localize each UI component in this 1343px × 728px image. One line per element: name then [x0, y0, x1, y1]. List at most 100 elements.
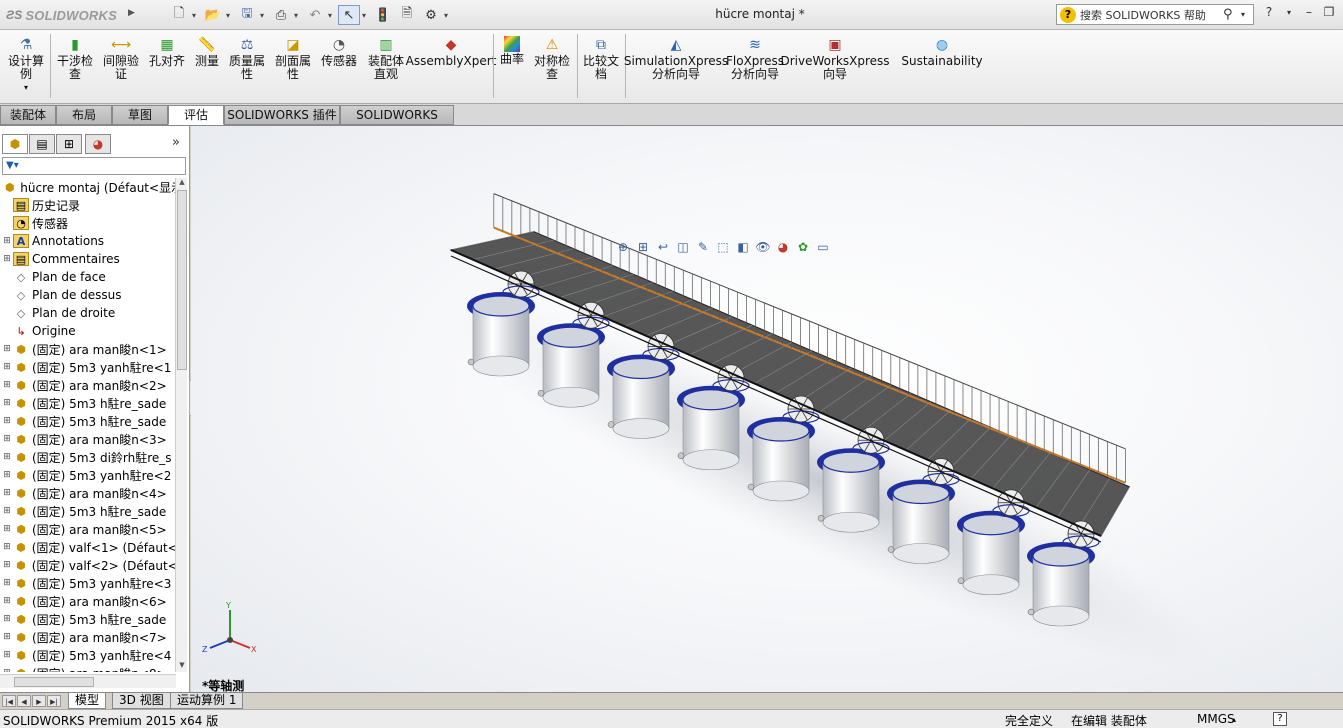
- chevron-down-icon[interactable]: ▾: [1282, 8, 1296, 17]
- expand-toggle-icon[interactable]: ⊞: [2, 632, 12, 642]
- expand-toggle-icon[interactable]: ⊞: [2, 452, 12, 462]
- tree-item[interactable]: ⊞ ⬢ (固定) ara man睃n<3>: [0, 430, 176, 448]
- expand-toggle-icon[interactable]: ⊞: [2, 596, 12, 606]
- tree-item[interactable]: ⊞ ⬢ (固定) ara man睃n<1>: [0, 340, 176, 358]
- tree-item[interactable]: ⊞ ⬢ (固定) ara man睃n<2>: [0, 376, 176, 394]
- floxpress-button[interactable]: ≋ FloXpress 分析向导: [726, 36, 784, 81]
- tree-item[interactable]: ⊞ ⬢ (固定) 5m3 h駐re_sade: [0, 394, 176, 412]
- help-menu-icon[interactable]: ?: [1262, 5, 1276, 19]
- design-study-button[interactable]: ⚗ 设计算 例 ▾: [6, 36, 46, 94]
- hide-show-items-icon[interactable]: 👁: [755, 239, 771, 255]
- tab-assembly[interactable]: 装配体: [0, 105, 56, 125]
- displaymanager-tab[interactable]: ◕: [85, 134, 111, 154]
- expand-panel-icon[interactable]: »: [172, 135, 180, 150]
- menu-arrow-icon[interactable]: ▶: [128, 8, 140, 22]
- expand-toggle-icon[interactable]: ⊞: [2, 254, 12, 264]
- section-properties-button[interactable]: ◪ 剖面属 性: [272, 36, 314, 81]
- sustainability-button[interactable]: ◍ Sustainability: [901, 36, 982, 68]
- compare-documents-button[interactable]: ⧉ 比较文 档: [580, 36, 622, 81]
- tree-item[interactable]: ⊞ ⬢ (固定) ara man睃n<6>: [0, 592, 176, 610]
- chevron-down-icon[interactable]: ▾: [328, 11, 336, 20]
- tree-filter-input[interactable]: ▼▾: [2, 157, 186, 175]
- expand-toggle-icon[interactable]: ⊞: [2, 380, 12, 390]
- simulationxpress-button[interactable]: ◭ SimulationXpress 分析向导: [624, 36, 728, 81]
- tree-vertical-scrollbar[interactable]: ▲ ▼: [175, 178, 187, 672]
- mass-properties-button[interactable]: ⚖ 质量属 性: [226, 36, 268, 81]
- zoom-to-fit-icon[interactable]: ⊕: [615, 239, 631, 255]
- tab-layout[interactable]: 布局: [56, 105, 112, 125]
- tree-item[interactable]: ▤ 历史记录: [0, 196, 176, 214]
- chevron-down-icon[interactable]: ▾: [226, 11, 234, 20]
- unit-system[interactable]: MMGS: [1197, 712, 1235, 726]
- measure-button[interactable]: 📏 测量: [190, 36, 224, 68]
- zoom-to-area-icon[interactable]: ⊞: [635, 239, 651, 255]
- tab-solidworks-addins[interactable]: SOLIDWORKS 插件: [224, 105, 340, 125]
- hole-alignment-button[interactable]: ▦ 孔对齐: [146, 36, 188, 68]
- chevron-down-icon[interactable]: ▾: [1241, 10, 1253, 19]
- chevron-down-icon[interactable]: ▾: [24, 81, 28, 94]
- tree-item[interactable]: ◇ Plan de face: [0, 268, 176, 286]
- expand-toggle-icon[interactable]: ⊞: [2, 668, 12, 672]
- tree-item[interactable]: ⊞ ⬢ (固定) 5m3 h駐re_sade: [0, 610, 176, 628]
- expand-toggle-icon[interactable]: ⊞: [2, 344, 12, 354]
- expand-toggle-icon[interactable]: ⊞: [2, 470, 12, 480]
- expand-toggle-icon[interactable]: ⊞: [2, 434, 12, 444]
- expand-toggle-icon[interactable]: ⊞: [2, 488, 12, 498]
- select-icon[interactable]: ↖: [338, 5, 360, 25]
- section-view-icon[interactable]: ◫: [675, 239, 691, 255]
- tab-sketch[interactable]: 草图: [112, 105, 168, 125]
- symmetry-check-button[interactable]: ⚠ 对称检 查: [530, 36, 574, 81]
- tree-item[interactable]: ⊞ ⬢ (固定) ara man睃n<5>: [0, 520, 176, 538]
- tree-item[interactable]: ⊞ ⬢ (固定) 5m3 yanh駐re<3: [0, 574, 176, 592]
- print-icon[interactable]: ⎙: [270, 5, 292, 25]
- tree-root[interactable]: ⬢ hücre montaj (Défaut<显示: [0, 178, 176, 196]
- new-document-icon[interactable]: 🗋: [168, 5, 190, 25]
- tree-item[interactable]: ◔ 传感器: [0, 214, 176, 232]
- restore-icon[interactable]: ❐: [1322, 5, 1336, 19]
- rebuild-icon[interactable]: 🚦: [372, 5, 394, 25]
- scroll-thumb[interactable]: [14, 677, 94, 687]
- view-settings-icon[interactable]: ▭: [815, 239, 831, 255]
- assembly-model[interactable]: [191, 126, 1343, 692]
- expand-toggle-icon[interactable]: ⊞: [2, 398, 12, 408]
- tab-model[interactable]: 模型: [68, 693, 107, 709]
- expand-toggle-icon[interactable]: ⊞: [2, 236, 12, 246]
- tree-item[interactable]: ⊞ ⬢ (固定) 5m3 h駐re_sade: [0, 412, 176, 430]
- sensor-button[interactable]: ◔ 传感器: [318, 36, 360, 68]
- display-style-icon[interactable]: ◧: [735, 239, 751, 255]
- expand-toggle-icon[interactable]: ⊞: [2, 506, 12, 516]
- tree-item[interactable]: ⊞ ⬢ (固定) valf<2> (Défaut<: [0, 556, 176, 574]
- curvature-button[interactable]: 曲率: [496, 36, 528, 66]
- scroll-thumb[interactable]: [177, 190, 187, 370]
- tree-item[interactable]: ↳ Origine: [0, 322, 176, 340]
- tree-horizontal-scrollbar[interactable]: [0, 674, 176, 688]
- apply-scene-icon[interactable]: ✿: [795, 239, 811, 255]
- first-tab-icon[interactable]: |◀: [2, 695, 16, 707]
- solidworks-logo[interactable]: ƧS SOLIDWORKS: [6, 5, 117, 25]
- previous-view-icon[interactable]: ↩: [655, 239, 671, 255]
- file-properties-icon[interactable]: 🗎: [396, 5, 418, 25]
- tab-motion-study-1[interactable]: 运动算例 1: [170, 693, 244, 709]
- expand-toggle-icon[interactable]: ⊞: [2, 560, 12, 570]
- tree-item[interactable]: ⊞⬢(固定) ara man睃n<8>: [0, 664, 176, 673]
- search-icon[interactable]: ⚲: [1223, 7, 1241, 22]
- expand-toggle-icon[interactable]: ⊞: [2, 524, 12, 534]
- tree-item[interactable]: ⊞ ⬢ (固定) 5m3 h駐re_sade: [0, 502, 176, 520]
- assembly-visualization-button[interactable]: ▥ 装配体 直观: [364, 36, 408, 81]
- chevron-down-icon[interactable]: ▾: [260, 11, 268, 20]
- featuremanager-tab[interactable]: ⬢: [2, 134, 28, 154]
- tab-evaluate[interactable]: 评估: [168, 105, 224, 125]
- prev-tab-icon[interactable]: ◀: [17, 695, 31, 707]
- tab-3d-views[interactable]: 3D 视图: [112, 693, 171, 709]
- scroll-up-icon[interactable]: ▲: [176, 178, 188, 189]
- minimize-icon[interactable]: –: [1302, 5, 1316, 19]
- expand-toggle-icon[interactable]: ⊞: [2, 362, 12, 372]
- tab-solidworks-mbd[interactable]: SOLIDWORKS MBD: [340, 105, 454, 141]
- configurationmanager-tab[interactable]: ⊞: [56, 134, 82, 154]
- expand-toggle-icon[interactable]: ⊞: [2, 650, 12, 660]
- propertymanager-tab[interactable]: ▤: [29, 134, 55, 154]
- tree-item[interactable]: ⊞ ⬢ (固定) ara man睃n<7>: [0, 628, 176, 646]
- expand-toggle-icon[interactable]: ⊞: [2, 416, 12, 426]
- chevron-up-icon[interactable]: ▴: [1232, 715, 1236, 724]
- expand-toggle-icon[interactable]: ⊞: [2, 542, 12, 552]
